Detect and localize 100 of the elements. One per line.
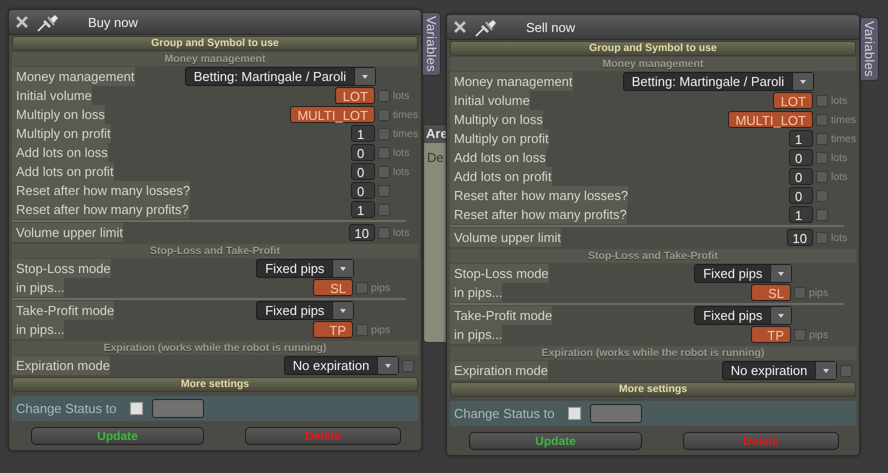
field-label: Expiration mode bbox=[450, 361, 548, 380]
field-label: Money management bbox=[450, 72, 573, 91]
field-label: Stop-Loss mode bbox=[450, 264, 549, 283]
unit-label: lots bbox=[831, 170, 848, 182]
field-label: Take-Profit mode bbox=[450, 306, 552, 325]
number-field[interactable]: 0 bbox=[789, 168, 813, 185]
unit-label: pips bbox=[371, 282, 390, 294]
dropdown[interactable]: No expiration bbox=[284, 356, 400, 375]
side-tab[interactable]: Variables bbox=[860, 17, 879, 81]
section-header: Group and Symbol to use bbox=[450, 41, 856, 56]
checkbox[interactable] bbox=[378, 146, 390, 158]
close-icon[interactable] bbox=[14, 14, 30, 30]
checkbox[interactable] bbox=[816, 94, 828, 106]
checkbox[interactable] bbox=[356, 282, 368, 294]
checkbox[interactable] bbox=[840, 364, 852, 376]
section-subheader: Expiration (works while the robot is running) bbox=[12, 341, 418, 355]
field-label: Stop-Loss mode bbox=[12, 259, 111, 278]
dropdown[interactable]: Fixed pips bbox=[694, 306, 792, 325]
field-label: Reset after how many profits? bbox=[450, 205, 627, 224]
dropdown[interactable]: Fixed pips bbox=[694, 264, 792, 283]
checkbox[interactable] bbox=[378, 128, 390, 140]
close-icon[interactable] bbox=[452, 19, 468, 35]
field-label: Add lots on profit bbox=[12, 162, 114, 181]
checkbox[interactable] bbox=[378, 204, 390, 216]
field-label: Multiply on loss bbox=[450, 110, 543, 129]
number-field[interactable]: 1 bbox=[351, 125, 375, 142]
dropdown[interactable]: Fixed pips bbox=[256, 259, 354, 278]
field-label: Reset after how many profits? bbox=[12, 200, 189, 219]
window-title: Sell now bbox=[526, 20, 576, 34]
checkbox[interactable] bbox=[568, 407, 581, 420]
number-field[interactable]: 0 bbox=[351, 163, 375, 180]
unit-label: lots bbox=[393, 146, 410, 158]
unit-label: pips bbox=[371, 324, 390, 336]
caret-icon bbox=[332, 302, 354, 319]
window-title: Buy now bbox=[88, 14, 138, 30]
field-label: in pips... bbox=[450, 283, 502, 302]
unit-label: times bbox=[831, 114, 856, 126]
field-label: Multiply on profit bbox=[450, 129, 549, 148]
field-label: Add lots on profit bbox=[450, 167, 552, 186]
number-field[interactable]: 0 bbox=[351, 144, 375, 161]
caret-icon bbox=[792, 73, 814, 90]
section-header: Group and Symbol to use bbox=[12, 36, 418, 51]
number-field[interactable]: 10 bbox=[786, 229, 813, 246]
checkbox[interactable] bbox=[816, 132, 828, 144]
unit-label: times bbox=[393, 108, 418, 120]
unit-label: pips bbox=[809, 328, 828, 340]
number-field[interactable]: 0 bbox=[789, 187, 813, 204]
section-subheader: Expiration (works while the robot is running) bbox=[450, 346, 856, 360]
checkbox[interactable] bbox=[816, 232, 828, 244]
checkbox[interactable] bbox=[356, 324, 368, 336]
unit-label: times bbox=[831, 132, 856, 144]
side-tab[interactable]: Variables bbox=[422, 12, 441, 76]
dropdown[interactable]: Betting: Martingale / Paroli bbox=[622, 72, 814, 91]
number-field[interactable]: 0 bbox=[789, 149, 813, 166]
section-subheader: Stop-Loss and Take-Profit bbox=[12, 244, 418, 258]
dropdown[interactable]: Fixed pips bbox=[256, 301, 354, 320]
checkbox[interactable] bbox=[816, 190, 828, 202]
status-field[interactable] bbox=[152, 399, 204, 418]
checkbox[interactable] bbox=[378, 226, 390, 238]
section-subheader: Money management bbox=[12, 52, 418, 66]
checkbox[interactable] bbox=[378, 108, 390, 120]
checkbox[interactable] bbox=[794, 328, 806, 340]
unit-label: lots bbox=[831, 94, 848, 106]
field-label: Add lots on loss bbox=[12, 143, 108, 162]
field-label: Reset after how many losses? bbox=[450, 186, 628, 205]
checkbox[interactable] bbox=[816, 152, 828, 164]
number-field[interactable]: 10 bbox=[348, 224, 375, 241]
checkbox[interactable] bbox=[378, 184, 390, 196]
checkbox[interactable] bbox=[816, 170, 828, 182]
unit-label: lots bbox=[393, 226, 410, 238]
field-label: Multiply on loss bbox=[12, 105, 105, 124]
field-label: Add lots on loss bbox=[450, 148, 546, 167]
checkbox[interactable] bbox=[402, 360, 414, 372]
checkbox[interactable] bbox=[130, 402, 143, 415]
field-label: Expiration mode bbox=[12, 356, 110, 375]
unit-label: pips bbox=[809, 286, 828, 298]
field-label: in pips... bbox=[12, 320, 64, 339]
field-label: Money management bbox=[12, 67, 135, 86]
number-field[interactable]: 1 bbox=[351, 201, 375, 218]
dropdown[interactable]: No expiration bbox=[722, 361, 838, 380]
dropdown[interactable]: Betting: Martingale / Paroli bbox=[184, 67, 376, 86]
caret-icon bbox=[815, 362, 836, 379]
checkbox[interactable] bbox=[378, 166, 390, 178]
field-label: Reset after how many losses? bbox=[12, 181, 190, 200]
status-label: Change Status to bbox=[454, 406, 556, 421]
checkbox[interactable] bbox=[378, 90, 390, 102]
number-field[interactable]: 0 bbox=[351, 182, 375, 199]
checkbox[interactable] bbox=[816, 208, 828, 220]
unit-label: lots bbox=[831, 152, 848, 164]
field-label: Volume upper limit bbox=[450, 228, 561, 247]
number-field[interactable]: 1 bbox=[789, 206, 813, 223]
number-field[interactable]: 1 bbox=[789, 130, 813, 147]
field-label: Initial volume bbox=[450, 91, 530, 110]
field-label: Volume upper limit bbox=[12, 223, 123, 242]
checkbox[interactable] bbox=[816, 114, 828, 126]
status-field[interactable] bbox=[590, 404, 642, 423]
field-label: Multiply on profit bbox=[12, 124, 111, 143]
field-label: Take-Profit mode bbox=[12, 301, 114, 320]
unit-label: lots bbox=[393, 90, 410, 102]
checkbox[interactable] bbox=[794, 286, 806, 298]
